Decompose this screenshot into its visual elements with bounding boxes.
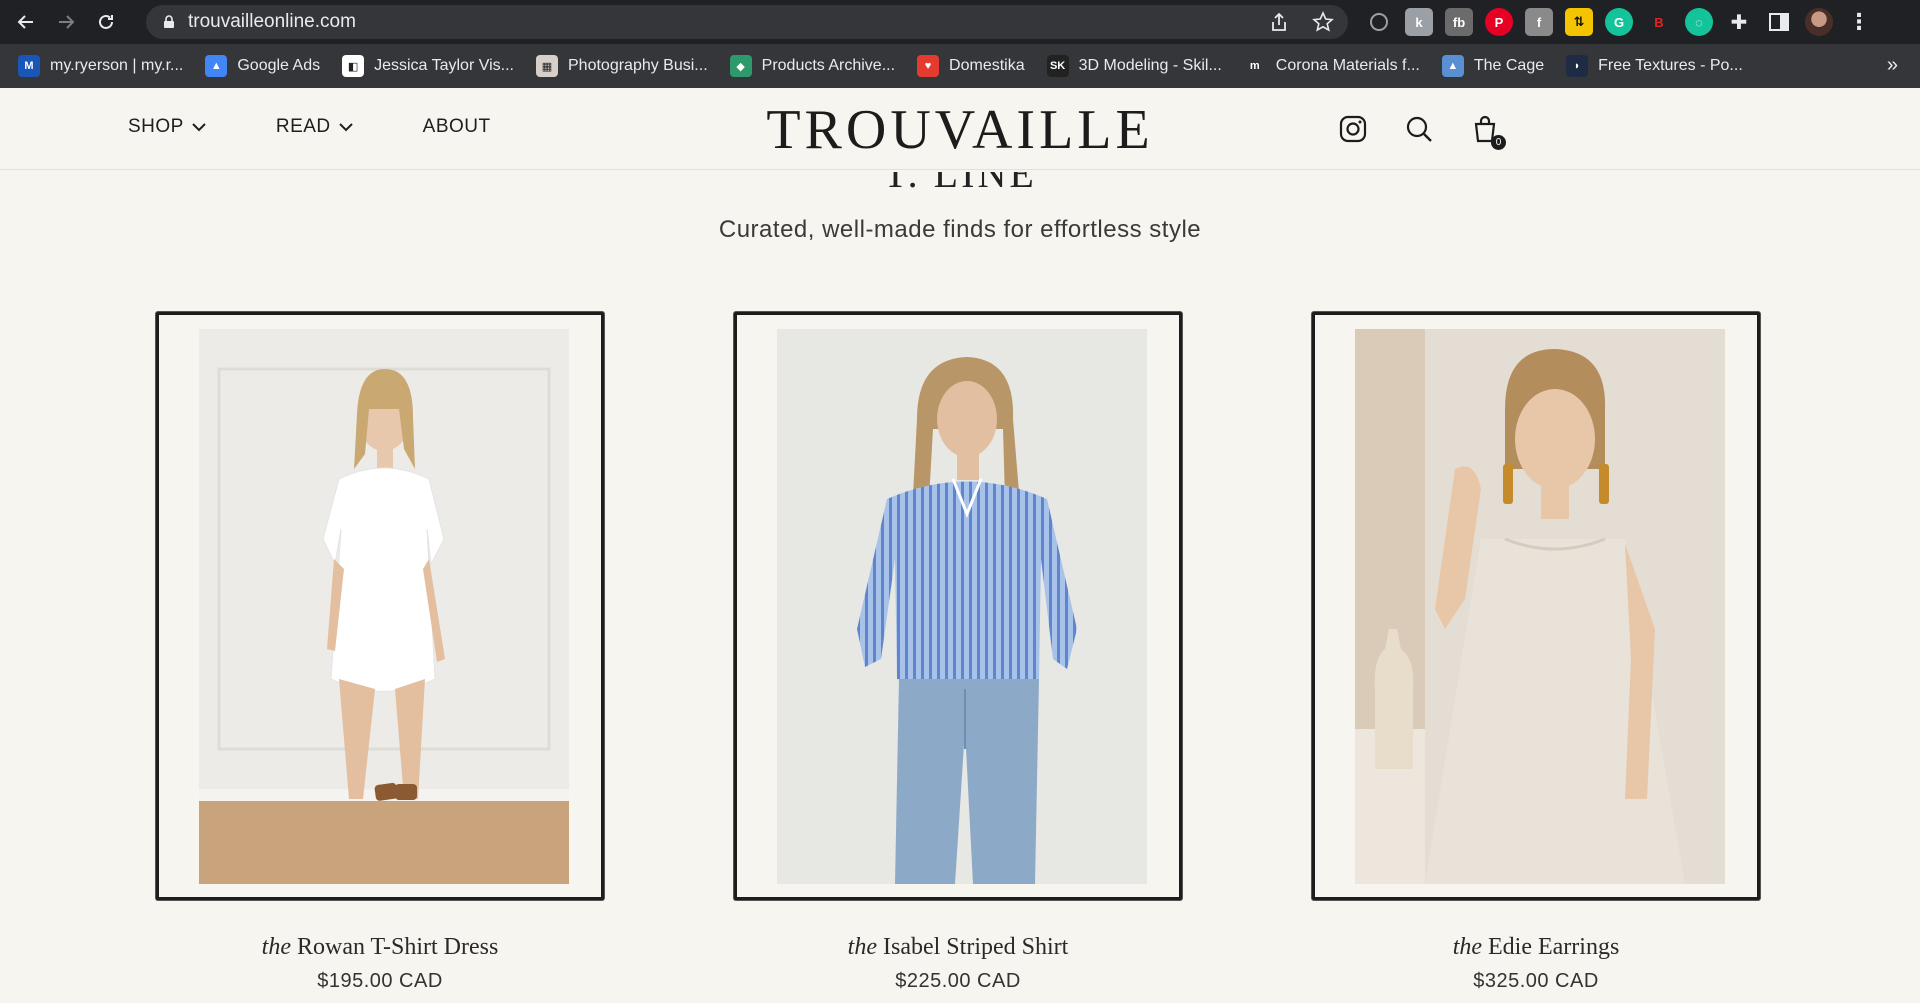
- ext-k-icon[interactable]: k: [1405, 8, 1433, 36]
- section-subtitle: Curated, well-made finds for effortless …: [718, 216, 1202, 243]
- products-icon: ◆: [729, 55, 752, 77]
- google-ads-icon: ▲: [205, 55, 228, 77]
- puzzle-icon[interactable]: ✚: [1725, 8, 1753, 36]
- cart-icon[interactable]: 0: [1470, 114, 1506, 150]
- menu-read-label: READ: [275, 116, 331, 137]
- instagram-icon[interactable]: [1338, 114, 1370, 146]
- bookmark-item[interactable]: ▲ Google Ads: [205, 55, 320, 77]
- bookmark-item[interactable]: Mmy.ryerson | my.r...: [18, 55, 183, 77]
- reload-button[interactable]: [92, 8, 120, 36]
- pinterest-icon[interactable]: P: [1485, 8, 1513, 36]
- ext-circle-icon[interactable]: [1365, 8, 1393, 36]
- back-button[interactable]: [12, 8, 40, 36]
- jt-icon: ◧: [342, 55, 365, 77]
- ext-f-icon[interactable]: f: [1525, 8, 1553, 36]
- product-photo-rowan[interactable]: [199, 329, 569, 884]
- main-menu: SHOP READ ABOUT: [128, 116, 491, 138]
- menu-shop-label: SHOP: [128, 116, 184, 137]
- bookmark-label: Jessica Taylor Vis...: [374, 57, 514, 74]
- bookmark-label: my.ryerson | my.r...: [50, 57, 184, 74]
- kebab-menu-icon[interactable]: ⋮: [1845, 8, 1873, 36]
- bookmarks-bar: Mmy.ryerson | my.r... ▲ Google Ads ◧ Jessica…: [0, 44, 1920, 88]
- bookmark-label: Corona Materials f...: [1275, 57, 1420, 74]
- menu-read[interactable]: READ: [276, 116, 353, 138]
- domestika-icon: ♥: [917, 55, 940, 77]
- menu-about-label: ABOUT: [422, 116, 491, 137]
- bookmark-item[interactable]: ♥ Domestika: [917, 55, 1025, 77]
- chevron-down-icon: [192, 122, 206, 131]
- bookmark-label: 3D Modeling - Skil...: [1078, 57, 1222, 74]
- cart-count-badge: 0: [1491, 135, 1506, 150]
- product-price: $195.00 CAD: [317, 970, 443, 992]
- skill-icon: SK: [1046, 55, 1069, 77]
- search-icon[interactable]: [1404, 114, 1436, 146]
- product-photo-edie[interactable]: [1355, 329, 1725, 884]
- chevron-down-icon: [338, 122, 353, 131]
- textures-icon: ◗: [1566, 55, 1589, 77]
- url-text: trouvailleonline.com: [188, 11, 356, 32]
- photo-frame: [156, 312, 604, 900]
- ext-fb-icon[interactable]: fb: [1445, 8, 1473, 36]
- corona-icon: m: [1243, 55, 1266, 77]
- bookmark-label: Photography Busi...: [568, 57, 708, 74]
- bookmark-label: Google Ads: [237, 57, 321, 74]
- bookmark-item[interactable]: ◗ Free Textures - Po...: [1566, 55, 1743, 77]
- arrow-right-icon: [59, 15, 75, 29]
- site-header: TROUVAILLE SHOP READ ABOUT 0: [0, 88, 1920, 170]
- address-bar[interactable]: trouvailleonline.com: [146, 5, 1348, 39]
- bookmark-item[interactable]: ◆ Products Archive...: [729, 55, 896, 77]
- menu-shop[interactable]: SHOP: [128, 116, 206, 138]
- arrow-left-icon: [17, 15, 33, 29]
- forward-button[interactable]: [52, 8, 80, 36]
- bookmark-item[interactable]: SK 3D Modeling - Skil...: [1046, 55, 1222, 77]
- photo-frame: [1312, 312, 1760, 900]
- ext-red-icon[interactable]: B: [1645, 8, 1673, 36]
- ryerson-icon: M: [18, 55, 40, 77]
- bookmark-label: Domestika: [949, 57, 1025, 74]
- bookmark-label: Products Archive...: [761, 57, 896, 74]
- product-price: $225.00 CAD: [895, 970, 1021, 992]
- bookmark-item[interactable]: ▦ Photography Busi...: [536, 55, 708, 77]
- bookmarks-overflow-button[interactable]: »: [1887, 54, 1898, 77]
- browser-toolbar: trouvailleonline.com k fb P f ⇅ G B ◌ ✚ …: [0, 0, 1920, 44]
- ext-green-ring-icon[interactable]: ◌: [1685, 8, 1713, 36]
- product-price: $325.00 CAD: [1473, 970, 1599, 992]
- star-icon[interactable]: [1312, 11, 1334, 33]
- bookmark-item[interactable]: m Corona Materials f...: [1243, 55, 1420, 77]
- bookmark-item[interactable]: ▲ The Cage: [1441, 55, 1545, 77]
- sidepanel-icon[interactable]: [1765, 8, 1793, 36]
- product-name[interactable]: the Rowan T-Shirt Dress: [156, 934, 604, 961]
- ext-arrows-icon[interactable]: ⇅: [1565, 8, 1593, 36]
- bookmark-label: Free Textures - Po...: [1598, 57, 1743, 74]
- product-name[interactable]: the Edie Earrings: [1312, 934, 1760, 961]
- product-photo-isabel[interactable]: [777, 329, 1147, 884]
- lock-icon: [164, 15, 174, 28]
- bookmark-label: The Cage: [1473, 57, 1545, 74]
- product-name[interactable]: the Isabel Striped Shirt: [734, 934, 1182, 961]
- menu-about[interactable]: ABOUT: [423, 116, 491, 138]
- profile-avatar[interactable]: [1805, 8, 1833, 36]
- photo-busi-icon: ▦: [536, 55, 558, 77]
- cage-icon: ▲: [1441, 55, 1464, 77]
- share-icon[interactable]: [1268, 11, 1290, 33]
- reload-icon: [99, 14, 113, 29]
- bookmark-item[interactable]: ◧ Jessica Taylor Vis...: [342, 55, 514, 77]
- photo-frame: [734, 312, 1182, 900]
- grammarly-icon[interactable]: G: [1605, 8, 1633, 36]
